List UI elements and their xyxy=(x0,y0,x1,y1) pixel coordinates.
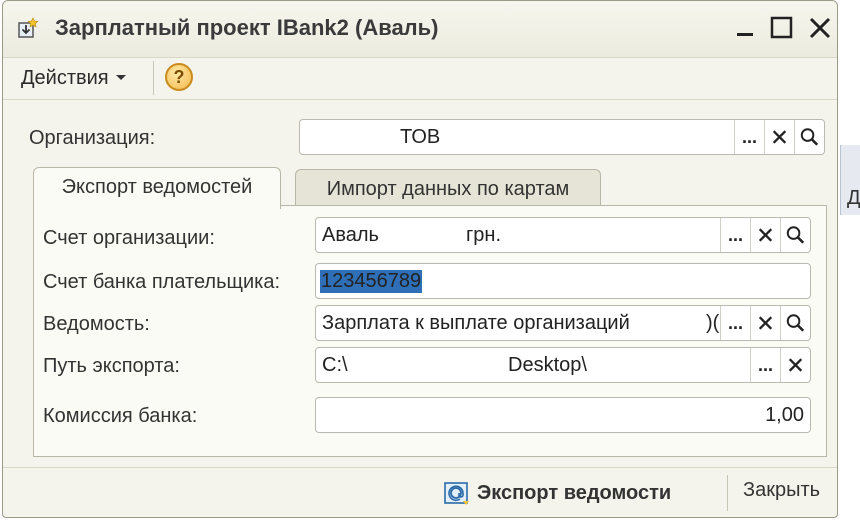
export-statement-label: Экспорт ведомости xyxy=(477,481,672,504)
statement-value: Зарплата к выплате организаций xyxy=(322,312,630,334)
account-field[interactable]: Аваль грн. ... xyxy=(315,217,811,253)
export-path-value-drive: C:\ xyxy=(322,354,348,376)
minimize-icon[interactable] xyxy=(731,13,761,43)
close-window-icon[interactable] xyxy=(805,13,835,43)
account-clear-icon[interactable] xyxy=(750,218,780,252)
export-path-value-folder: Desktop\ xyxy=(508,354,587,376)
tab-import-card-data[interactable]: Импорт данных по картам xyxy=(295,169,601,209)
account-search-icon[interactable] xyxy=(780,218,810,252)
account-value-currency: грн. xyxy=(466,224,502,246)
dialog-window: Зарплатный проект IBank2 (Аваль) Действи… xyxy=(2,0,838,518)
export-path-select-button[interactable]: ... xyxy=(750,348,780,382)
statement-search-icon[interactable] xyxy=(780,306,810,340)
export-statement-button[interactable]: Экспорт ведомости xyxy=(443,477,671,509)
background-window-edge: Д xyxy=(840,145,860,215)
organization-search-icon[interactable] xyxy=(794,120,824,154)
statement-select-button[interactable]: ... xyxy=(720,306,750,340)
organization-label: Организация: xyxy=(29,127,156,149)
help-button[interactable]: ? xyxy=(165,63,193,91)
actions-menu-button[interactable]: Действия xyxy=(21,63,127,93)
footer-separator xyxy=(3,467,837,468)
payer-account-value: 123456789 xyxy=(320,270,423,293)
toolbar: Действия ? xyxy=(3,57,837,100)
account-label: Счет организации: xyxy=(43,227,215,249)
statement-field[interactable]: Зарплата к выплате организаций )( ... xyxy=(315,305,811,341)
statement-value-tail: )( xyxy=(706,312,720,334)
window-title: Зарплатный проект IBank2 (Аваль) xyxy=(55,15,439,40)
organization-clear-icon[interactable] xyxy=(764,120,794,154)
actions-label: Действия xyxy=(21,66,109,89)
payer-account-field[interactable]: 123456789 xyxy=(315,263,811,299)
organization-field[interactable]: ТОВ ... xyxy=(299,119,825,155)
export-path-clear-icon[interactable] xyxy=(780,348,810,382)
organization-value: ТОВ xyxy=(400,126,441,148)
tab-export-statements[interactable]: Экспорт ведомостей xyxy=(33,167,281,209)
title-bar[interactable]: Зарплатный проект IBank2 (Аваль) xyxy=(3,1,837,58)
footer-button-separator xyxy=(727,475,728,511)
export-path-label: Путь экспорта: xyxy=(43,355,180,377)
account-select-button[interactable]: ... xyxy=(720,218,750,252)
maximize-icon[interactable] xyxy=(767,13,797,43)
statement-label: Ведомость: xyxy=(43,313,150,335)
account-value-bank: Аваль xyxy=(322,224,379,246)
app-icon xyxy=(18,17,39,38)
toolbar-separator xyxy=(153,61,154,95)
export-path-field[interactable]: C:\ Desktop\ ... xyxy=(315,347,811,383)
organization-select-button[interactable]: ... xyxy=(734,120,764,154)
commission-field[interactable]: 1,00 xyxy=(315,397,811,433)
close-button[interactable]: Закрыть xyxy=(743,479,820,502)
export-icon xyxy=(444,482,469,505)
commission-label: Комиссия банка: xyxy=(43,405,198,427)
payer-account-label: Счет банка плательщика: xyxy=(43,271,281,293)
commission-value: 1,00 xyxy=(765,404,804,426)
statement-clear-icon[interactable] xyxy=(750,306,780,340)
chevron-down-icon xyxy=(115,75,126,80)
